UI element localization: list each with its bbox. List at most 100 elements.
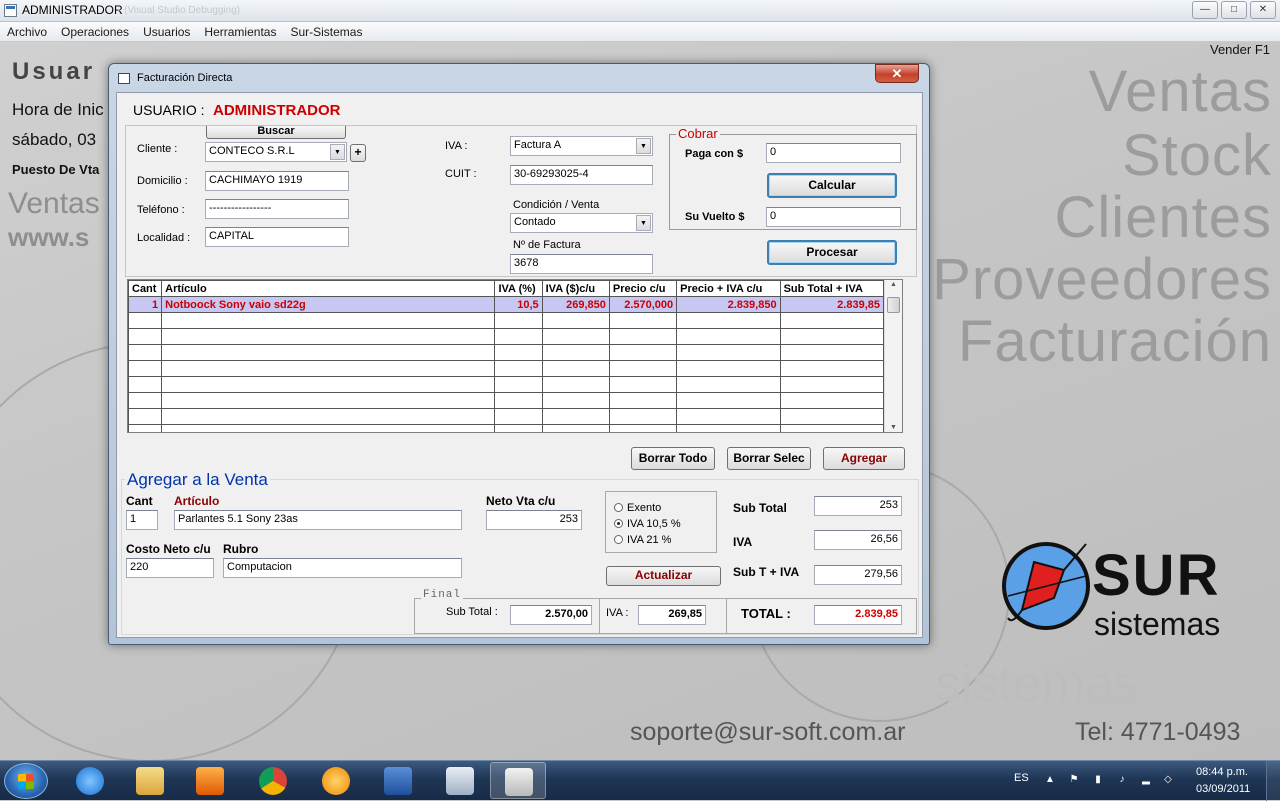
final-subtotal-field[interactable]: 2.570,00 xyxy=(510,605,592,625)
cuit-field[interactable]: 30-69293025-4 xyxy=(510,165,653,185)
language-indicator[interactable]: ES xyxy=(1014,772,1029,784)
radio-iva-105-dot[interactable] xyxy=(614,519,623,528)
table-row-empty[interactable] xyxy=(128,312,885,329)
scroll-up-icon[interactable]: ▲ xyxy=(890,281,897,288)
dialog-icon xyxy=(118,73,130,84)
battery-icon[interactable]: ▮ xyxy=(1092,774,1104,786)
taskbar-calc[interactable] xyxy=(432,762,488,799)
tray-expand-icon[interactable]: ▲ xyxy=(1044,774,1056,786)
paga-field[interactable]: 0 xyxy=(766,143,901,163)
condicion-select[interactable]: Contado ▼ xyxy=(510,213,653,233)
scroll-thumb[interactable] xyxy=(887,297,900,313)
rubro-label: Rubro xyxy=(223,542,259,556)
volume-icon[interactable]: ♪ xyxy=(1116,774,1128,786)
taskbar-app[interactable] xyxy=(308,762,364,799)
table-row-empty[interactable] xyxy=(128,376,885,393)
table-row[interactable]: 1 Notboock Sony vaio sd22g 10,5 269,850 … xyxy=(128,296,885,313)
iva-select[interactable]: Factura A ▼ xyxy=(510,136,653,156)
cell-iva-pct[interactable]: 10,5 xyxy=(494,296,543,313)
menu-usuarios[interactable]: Usuarios xyxy=(136,22,197,39)
col-iva-pct[interactable]: IVA (%) xyxy=(494,280,543,297)
taskbar-admin-app[interactable] xyxy=(490,762,546,799)
radio-iva-21-dot[interactable] xyxy=(614,535,623,544)
cant-field[interactable]: 1 xyxy=(126,510,158,530)
buscar-button[interactable]: Buscar xyxy=(206,126,346,139)
table-row-empty[interactable] xyxy=(128,408,885,425)
close-button[interactable]: ✕ xyxy=(1250,1,1276,19)
radio-iva-21[interactable]: IVA 21 % xyxy=(614,534,671,546)
flag-icon[interactable]: ⚑ xyxy=(1068,774,1080,786)
ventas-partial: Ventas xyxy=(8,187,100,220)
agregar-button[interactable]: Agregar xyxy=(823,447,905,470)
dialog-close-button[interactable]: ✕ xyxy=(875,64,919,83)
taskbar-media[interactable] xyxy=(182,762,238,799)
cell-precio-iva[interactable]: 2.839,850 xyxy=(676,296,781,313)
cliente-select[interactable]: CONTECO S.R.L ▼ xyxy=(205,142,347,162)
table-row-empty[interactable] xyxy=(128,328,885,345)
menu-sur-sistemas[interactable]: Sur-Sistemas xyxy=(283,22,369,39)
chevron-down-icon[interactable]: ▼ xyxy=(636,138,651,154)
articulo-field[interactable]: Parlantes 5.1 Sony 23as xyxy=(174,510,462,530)
cell-articulo[interactable]: Notboock Sony vaio sd22g xyxy=(161,296,496,313)
radio-iva-105[interactable]: IVA 10,5 % xyxy=(614,518,681,530)
col-precio[interactable]: Precio c/u xyxy=(608,280,678,297)
chevron-down-icon[interactable]: ▼ xyxy=(330,144,345,160)
clock-time[interactable]: 08:44 p.m. xyxy=(1196,766,1248,778)
dropbox-icon[interactable]: ◇ xyxy=(1162,774,1174,786)
actualizar-button[interactable]: Actualizar xyxy=(606,566,721,586)
cell-subtotal[interactable]: 2.839,85 xyxy=(779,296,885,313)
cell-precio[interactable]: 2.570,000 xyxy=(608,296,678,313)
grid-scrollbar[interactable]: ▲ ▼ xyxy=(884,280,902,432)
iva-item-field[interactable]: 26,56 xyxy=(814,530,902,550)
clock-date[interactable]: 03/09/2011 xyxy=(1196,783,1250,795)
iva-item-label: IVA xyxy=(733,535,753,549)
radio-exento[interactable]: Exento xyxy=(614,502,661,514)
items-grid[interactable]: Cant Artículo IVA (%) IVA ($)c/u Precio … xyxy=(127,279,903,433)
neto-field[interactable]: 253 xyxy=(486,510,582,530)
radio-exento-dot[interactable] xyxy=(614,503,623,512)
articulo-label: Artículo xyxy=(174,494,220,508)
col-cant[interactable]: Cant xyxy=(128,280,163,297)
borrar-selec-button[interactable]: Borrar Selec xyxy=(727,447,811,470)
rubro-field[interactable]: Computacion xyxy=(223,558,462,578)
nfactura-field[interactable]: 3678 xyxy=(510,254,653,274)
add-cliente-button[interactable]: + xyxy=(350,144,366,162)
table-row-empty[interactable] xyxy=(128,360,885,377)
subtiva-field[interactable]: 279,56 xyxy=(814,565,902,585)
localidad-field[interactable]: CAPITAL xyxy=(205,227,349,247)
cell-iva-amt[interactable]: 269,850 xyxy=(541,296,610,313)
scroll-down-icon[interactable]: ▼ xyxy=(890,424,897,431)
start-button[interactable] xyxy=(4,763,48,799)
menu-archivo[interactable]: Archivo xyxy=(0,22,54,39)
final-iva-label: IVA : xyxy=(606,607,629,619)
table-row-empty[interactable] xyxy=(128,344,885,361)
table-row-empty[interactable] xyxy=(128,392,885,409)
vuelto-field[interactable]: 0 xyxy=(766,207,901,227)
network-icon[interactable]: ▂ xyxy=(1140,774,1152,786)
minimize-button[interactable]: — xyxy=(1192,1,1218,19)
table-row-empty[interactable] xyxy=(128,424,885,432)
final-iva-field[interactable]: 269,85 xyxy=(638,605,706,625)
maximize-button[interactable]: □ xyxy=(1221,1,1247,19)
col-iva-amt[interactable]: IVA ($)c/u xyxy=(541,280,610,297)
show-desktop-button[interactable] xyxy=(1266,761,1280,801)
domicilio-field[interactable]: CACHIMAYO 1919 xyxy=(205,171,349,191)
calcular-button[interactable]: Calcular xyxy=(767,173,897,198)
taskbar-ie[interactable] xyxy=(62,762,118,799)
taskbar-word[interactable] xyxy=(370,762,426,799)
subtotal-field[interactable]: 253 xyxy=(814,496,902,516)
borrar-todo-button[interactable]: Borrar Todo xyxy=(631,447,715,470)
cell-cant[interactable]: 1 xyxy=(128,296,163,313)
procesar-button[interactable]: Procesar xyxy=(767,240,897,265)
col-precio-iva[interactable]: Precio + IVA c/u xyxy=(676,280,781,297)
menu-operaciones[interactable]: Operaciones xyxy=(54,22,136,39)
col-articulo[interactable]: Artículo xyxy=(161,280,496,297)
final-total-field[interactable]: 2.839,85 xyxy=(814,605,902,625)
costo-field[interactable]: 220 xyxy=(126,558,214,578)
taskbar-chrome[interactable] xyxy=(245,762,301,799)
chevron-down-icon[interactable]: ▼ xyxy=(636,215,651,231)
telefono-field[interactable]: ----------------- xyxy=(205,199,349,219)
menu-herramientas[interactable]: Herramientas xyxy=(197,22,283,39)
taskbar-explorer[interactable] xyxy=(122,762,178,799)
col-subtotal[interactable]: Sub Total + IVA xyxy=(779,280,885,297)
